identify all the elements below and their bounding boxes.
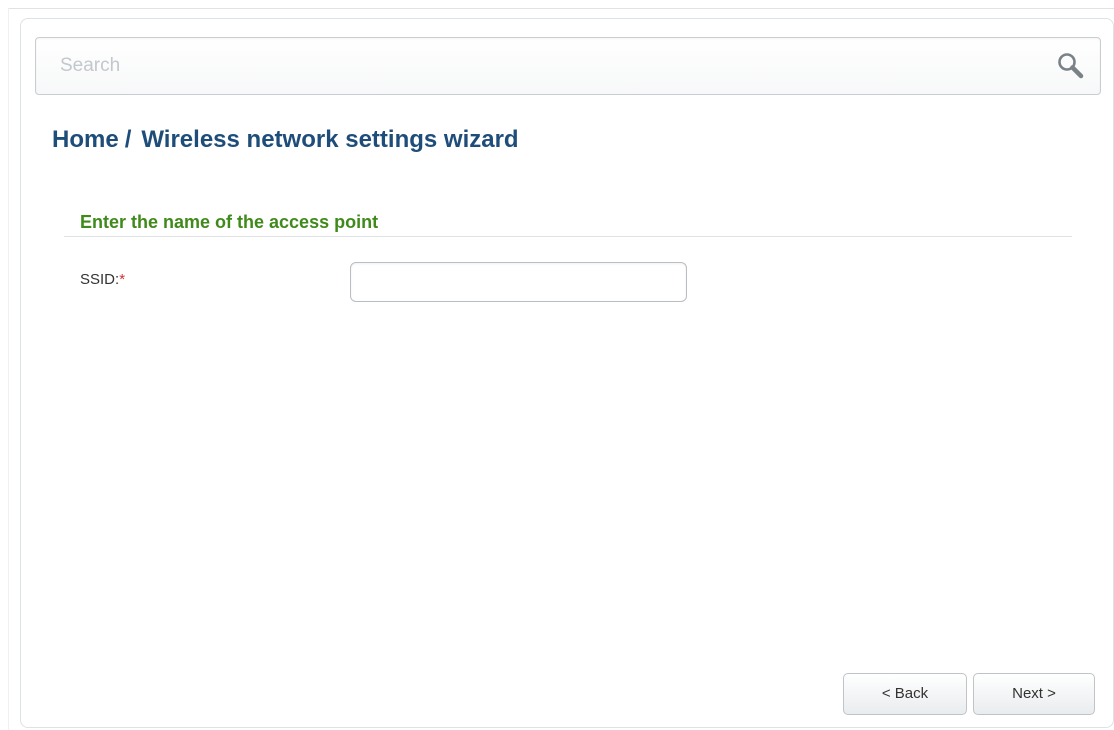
back-button[interactable]: < Back	[843, 673, 967, 715]
breadcrumb-current: Wireless network settings wizard	[141, 126, 519, 153]
breadcrumb-separator: /	[124, 126, 132, 153]
content-panel	[20, 18, 1114, 728]
required-asterisk: *	[119, 271, 126, 288]
ssid-input[interactable]	[350, 262, 687, 302]
breadcrumb-home[interactable]: Home	[52, 126, 119, 153]
section-title: Enter the name of the access point	[80, 212, 379, 232]
ssid-label: SSID:*	[80, 271, 125, 288]
search-input[interactable]	[36, 38, 1100, 94]
next-button[interactable]: Next >	[973, 673, 1095, 715]
page-title: Home / Wireless network settings wizard	[52, 126, 519, 154]
search-box	[35, 37, 1101, 95]
section-divider	[64, 236, 1072, 237]
search-icon[interactable]	[1056, 51, 1086, 81]
ssid-label-text: SSID:	[80, 271, 120, 288]
